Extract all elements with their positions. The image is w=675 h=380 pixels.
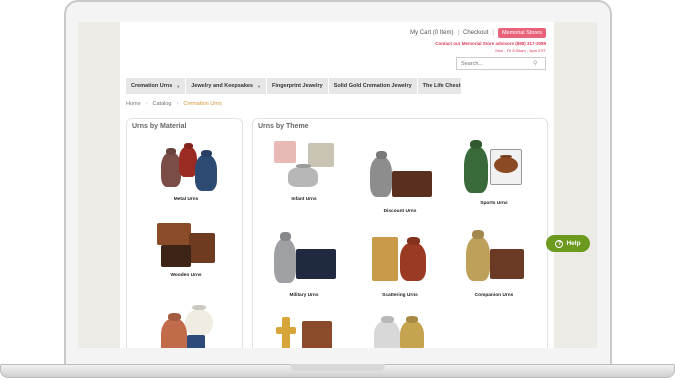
tile-caption: Metal Urns — [173, 197, 199, 202]
nav-item-jewelry[interactable]: Jewelry and Keepsakes ▼ — [186, 78, 267, 94]
breadcrumb-home[interactable]: Home — [126, 101, 141, 107]
tile-wooden-urns[interactable]: Wooden Urns — [147, 219, 225, 278]
tile-caption: Military Urns — [289, 293, 319, 298]
search-icon[interactable]: ⚲ — [533, 60, 537, 67]
breadcrumb-catalog[interactable]: Catalog — [153, 101, 172, 107]
tile-sports-urns[interactable]: Sports Urns — [451, 143, 537, 206]
chevron-right-icon: › — [176, 101, 179, 107]
infant-urns-image — [268, 139, 340, 195]
urns-by-theme-panel: Urns by Theme Infant Urns Discount Urns — [252, 118, 548, 348]
nav-item-label: Cremation Urns — [131, 83, 173, 89]
main-nav: Cremation Urns ▼ Jewelry and Keepsakes ▼… — [126, 78, 467, 94]
nav-item-fingerprint[interactable]: Fingerprint Jewelry — [267, 78, 329, 94]
nav-item-label: Jewelry and Keepsakes — [191, 83, 253, 89]
tile-caption: Scattering Urns — [382, 293, 418, 298]
panel-title: Urns by Material — [132, 123, 187, 130]
chevron-right-icon: › — [145, 101, 148, 107]
nav-item-life-chest[interactable]: The Life Chest — [418, 78, 467, 94]
nav-item-label: Fingerprint Jewelry — [271, 83, 323, 89]
tile-theme-7[interactable] — [261, 313, 347, 348]
tile-caption: Wooden Urns — [170, 273, 202, 278]
contact-text: Contact our Memorial Store advisors (888… — [435, 41, 546, 46]
wooden-urns-image — [151, 219, 221, 271]
urns-by-material-panel: Urns by Material Metal Urns Wooden Urns — [126, 118, 243, 348]
help-button[interactable]: ? Help — [546, 235, 590, 252]
nav-item-cremation-urns[interactable]: Cremation Urns ▼ — [126, 78, 187, 94]
search-box: ⚲ — [456, 57, 546, 70]
tile-caption: Infant Urns — [291, 197, 317, 202]
chevron-down-icon: ▼ — [257, 83, 261, 89]
military-urns-image — [268, 233, 340, 291]
search-input[interactable] — [457, 60, 533, 67]
theme-7-image — [268, 313, 340, 348]
companion-urns-image — [458, 233, 530, 291]
sports-urns-image — [458, 143, 530, 199]
hours-text: Mon - Fri 8:30am - 6pm EST — [495, 48, 546, 53]
separator: | — [457, 30, 460, 36]
store-page: My Cart (0 Item) | Checkout | Memorial S… — [120, 22, 554, 348]
nav-item-label: The Life Chest — [422, 83, 461, 89]
tile-scattering-urns[interactable]: Scattering Urns — [357, 233, 443, 298]
help-icon: ? — [555, 239, 564, 248]
chevron-down-icon: ▼ — [176, 83, 181, 89]
metal-urns-image — [151, 143, 221, 195]
tile-companion-urns[interactable]: Companion Urns — [451, 233, 537, 298]
breadcrumb: Home › Catalog › Cremation Urns — [126, 101, 222, 107]
tile-caption: Sports Urns — [480, 201, 508, 206]
tile-theme-8[interactable] — [357, 313, 443, 348]
nav-item-solid-gold[interactable]: Solid Gold Cremation Jewelry — [329, 78, 418, 94]
panel-title: Urns by Theme — [258, 123, 309, 130]
memorial-stores-button[interactable]: Memorial Stores — [497, 28, 546, 38]
browser-screen: My Cart (0 Item) | Checkout | Memorial S… — [78, 22, 597, 348]
separator: | — [492, 30, 494, 36]
cart-link[interactable]: My Cart (0 Item) — [410, 30, 453, 36]
checkout-link[interactable]: Checkout — [463, 30, 488, 36]
tile-caption: Discount Urns — [383, 209, 417, 214]
tile-military-urns[interactable]: Military Urns — [261, 233, 347, 298]
breadcrumb-current: Cremation Urns — [183, 101, 222, 107]
theme-8-image — [364, 313, 436, 348]
help-label: Help — [566, 240, 581, 247]
tile-caption: Companion Urns — [474, 293, 514, 298]
material-3-image — [151, 301, 221, 348]
discount-urns-image — [364, 151, 436, 207]
nav-item-label: Solid Gold Cremation Jewelry — [333, 83, 412, 89]
laptop-notch — [290, 364, 385, 371]
tile-material-3[interactable] — [147, 301, 225, 348]
tile-infant-urns[interactable]: Infant Urns — [261, 139, 347, 202]
scattering-urns-image — [364, 233, 436, 291]
header-links: My Cart (0 Item) | Checkout | Memorial S… — [410, 28, 546, 38]
tile-discount-urns[interactable]: Discount Urns — [357, 151, 443, 214]
tile-metal-urns[interactable]: Metal Urns — [147, 143, 225, 202]
